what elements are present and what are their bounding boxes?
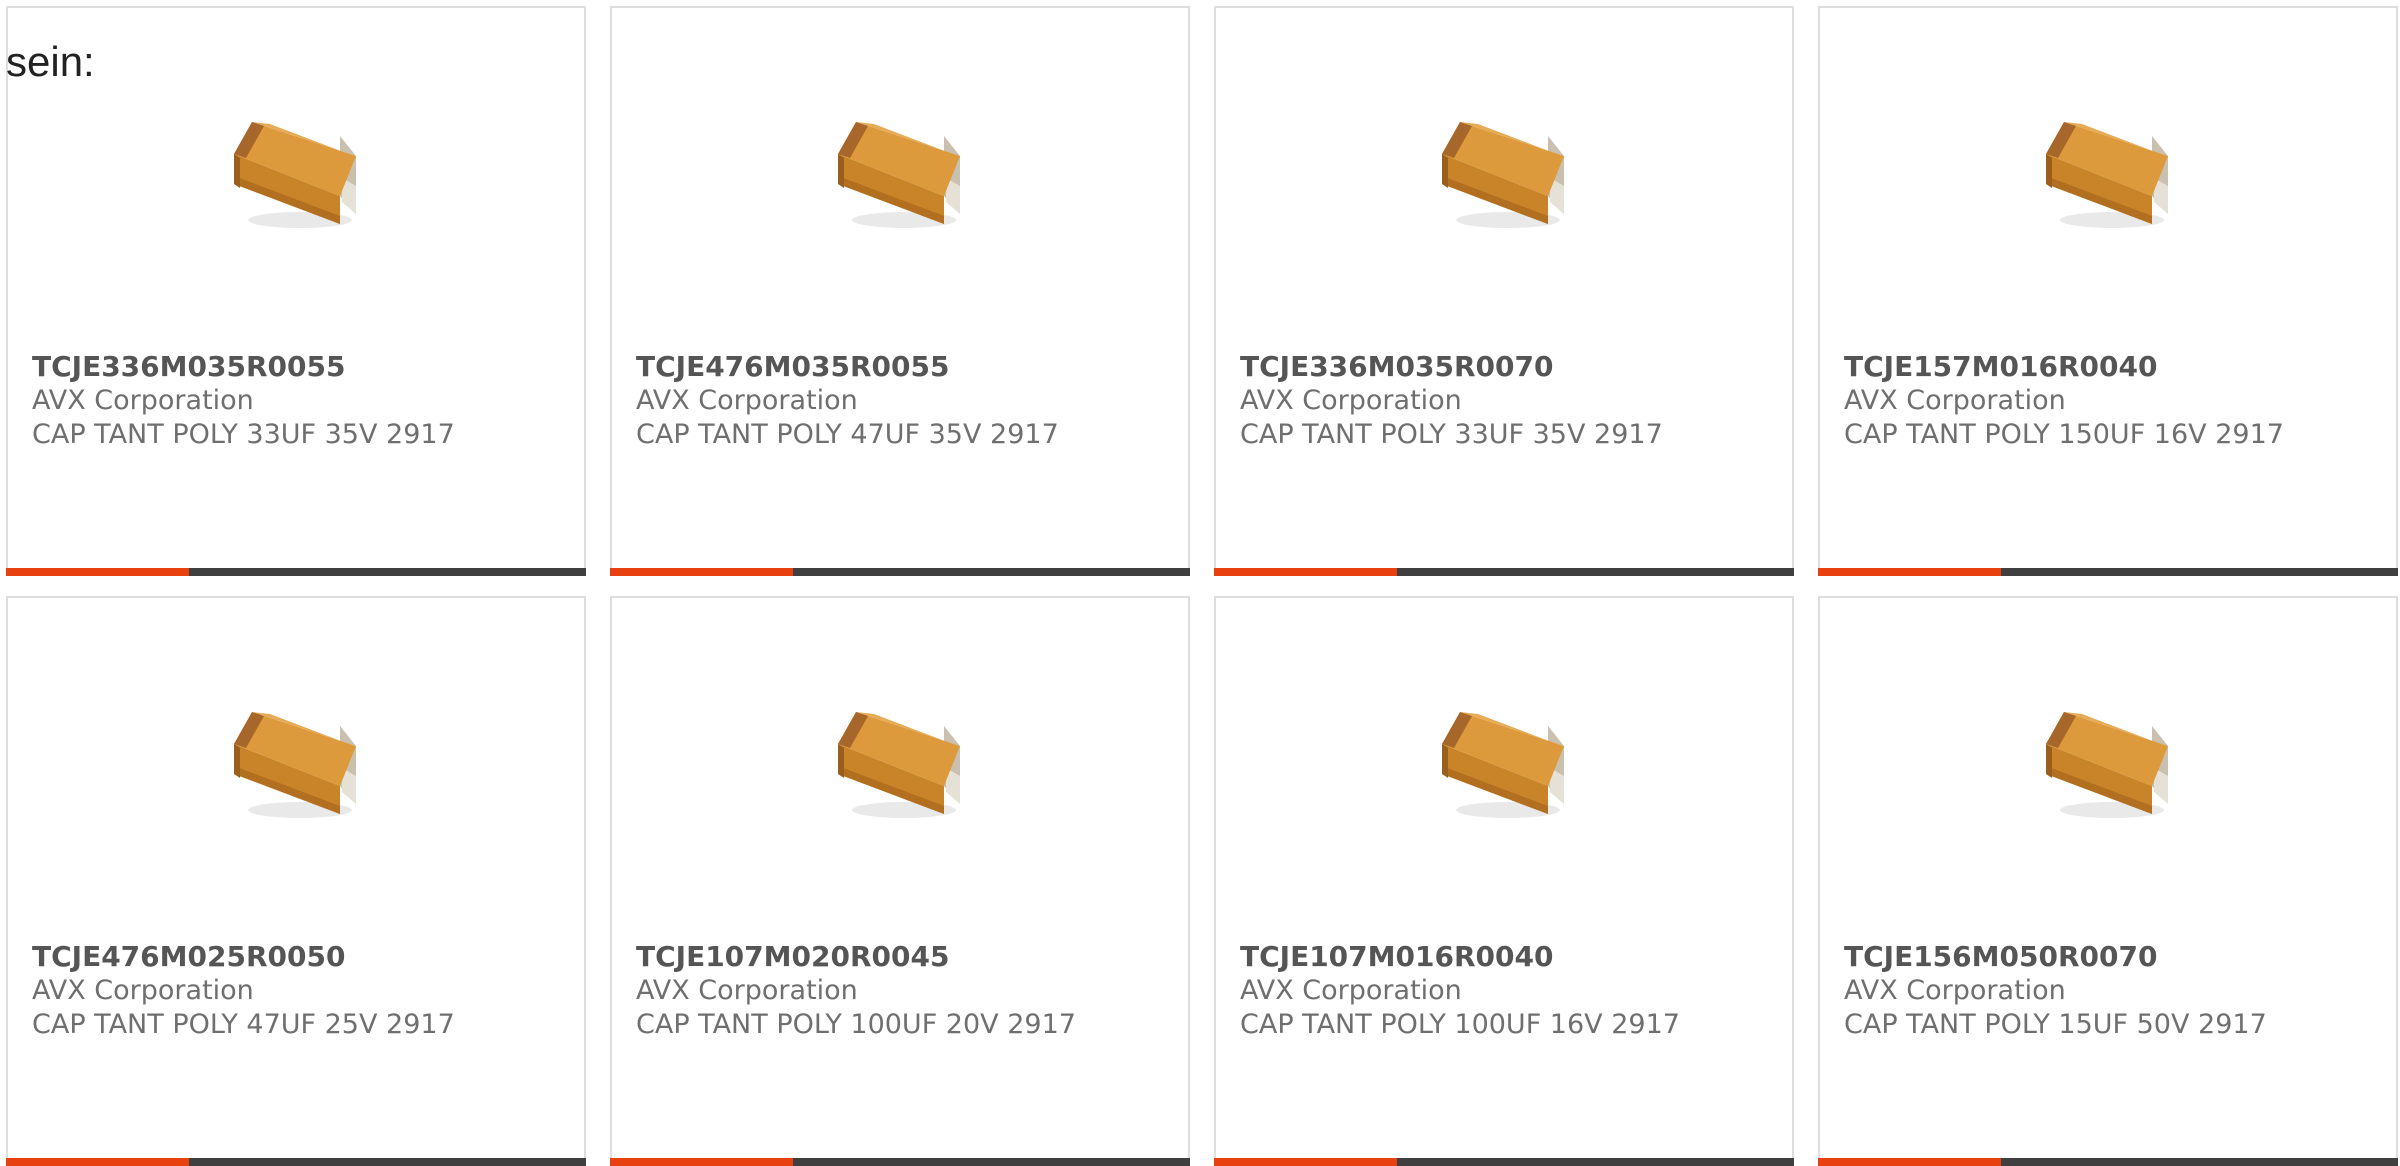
tantalum-capacitor-icon	[838, 122, 960, 228]
card-bottom-bar	[1818, 568, 2398, 576]
intro-text: sein:	[6, 38, 95, 85]
product-info: TCJE156M050R0070 AVX Corporation CAP TAN…	[1844, 940, 2386, 1042]
part-number: TCJE107M020R0045	[636, 940, 950, 973]
tantalum-capacitor-icon	[234, 712, 356, 818]
card-bottom-bar	[1818, 1158, 2398, 1166]
product-description: CAP TANT POLY 100UF 16V 2917	[1240, 1009, 1680, 1040]
manufacturer: AVX Corporation	[1844, 975, 2066, 1006]
card-bottom-bar	[1214, 1158, 1794, 1166]
part-number: TCJE336M035R0055	[32, 350, 346, 383]
manufacturer: AVX Corporation	[636, 385, 858, 416]
product-info: TCJE107M016R0040 AVX Corporation CAP TAN…	[1240, 940, 1782, 1042]
product-card[interactable]: TCJE336M035R0070 AVX Corporation CAP TAN…	[1214, 6, 1794, 576]
product-description: CAP TANT POLY 33UF 35V 2917	[32, 419, 455, 450]
manufacturer: AVX Corporation	[636, 975, 858, 1006]
manufacturer: AVX Corporation	[32, 385, 254, 416]
product-card[interactable]: TCJE476M035R0055 AVX Corporation CAP TAN…	[610, 6, 1190, 576]
card-bottom-bar	[6, 1158, 586, 1166]
card-accent-bar	[1818, 568, 2001, 576]
product-description: CAP TANT POLY 33UF 35V 2917	[1240, 419, 1663, 450]
product-info: TCJE476M035R0055 AVX Corporation CAP TAN…	[636, 350, 1178, 452]
product-info: TCJE476M025R0050 AVX Corporation CAP TAN…	[32, 940, 574, 1042]
card-bottom-bar	[610, 568, 1190, 576]
card-bottom-bar	[610, 1158, 1190, 1166]
part-number: TCJE336M035R0070	[1240, 350, 1554, 383]
manufacturer: AVX Corporation	[1240, 975, 1462, 1006]
tantalum-capacitor-icon	[838, 712, 960, 818]
product-info: TCJE107M020R0045 AVX Corporation CAP TAN…	[636, 940, 1178, 1042]
product-grid: TCJE336M035R0055 AVX Corporation CAP TAN…	[6, 6, 2400, 1166]
tantalum-capacitor-icon	[1442, 712, 1564, 818]
product-description: CAP TANT POLY 15UF 50V 2917	[1844, 1009, 2267, 1040]
product-card[interactable]: TCJE107M016R0040 AVX Corporation CAP TAN…	[1214, 596, 1794, 1166]
card-bottom-bar	[6, 568, 586, 576]
card-accent-bar	[610, 568, 793, 576]
part-number: TCJE476M035R0055	[636, 350, 950, 383]
manufacturer: AVX Corporation	[1240, 385, 1462, 416]
product-card[interactable]: TCJE476M025R0050 AVX Corporation CAP TAN…	[6, 596, 586, 1166]
tantalum-capacitor-icon	[1442, 122, 1564, 228]
product-card[interactable]: TCJE107M020R0045 AVX Corporation CAP TAN…	[610, 596, 1190, 1166]
product-info: TCJE157M016R0040 AVX Corporation CAP TAN…	[1844, 350, 2386, 452]
card-accent-bar	[6, 1158, 189, 1166]
manufacturer: AVX Corporation	[1844, 385, 2066, 416]
product-card[interactable]: TCJE336M035R0055 AVX Corporation CAP TAN…	[6, 6, 586, 576]
product-description: CAP TANT POLY 100UF 20V 2917	[636, 1009, 1076, 1040]
product-card[interactable]: TCJE157M016R0040 AVX Corporation CAP TAN…	[1818, 6, 2398, 576]
tantalum-capacitor-icon	[234, 122, 356, 228]
card-accent-bar	[610, 1158, 793, 1166]
product-description: CAP TANT POLY 47UF 25V 2917	[32, 1009, 455, 1040]
manufacturer: AVX Corporation	[32, 975, 254, 1006]
card-accent-bar	[1214, 568, 1397, 576]
tantalum-capacitor-icon	[2046, 122, 2168, 228]
card-accent-bar	[1818, 1158, 2001, 1166]
product-info: TCJE336M035R0070 AVX Corporation CAP TAN…	[1240, 350, 1782, 452]
product-description: CAP TANT POLY 47UF 35V 2917	[636, 419, 1059, 450]
part-number: TCJE476M025R0050	[32, 940, 346, 973]
tantalum-capacitor-icon	[2046, 712, 2168, 818]
part-number: TCJE156M050R0070	[1844, 940, 2158, 973]
product-card[interactable]: TCJE156M050R0070 AVX Corporation CAP TAN…	[1818, 596, 2398, 1166]
card-bottom-bar	[1214, 568, 1794, 576]
card-accent-bar	[6, 568, 189, 576]
card-accent-bar	[1214, 1158, 1397, 1166]
product-description: CAP TANT POLY 150UF 16V 2917	[1844, 419, 2284, 450]
part-number: TCJE107M016R0040	[1240, 940, 1554, 973]
product-info: TCJE336M035R0055 AVX Corporation CAP TAN…	[32, 350, 574, 452]
part-number: TCJE157M016R0040	[1844, 350, 2158, 383]
